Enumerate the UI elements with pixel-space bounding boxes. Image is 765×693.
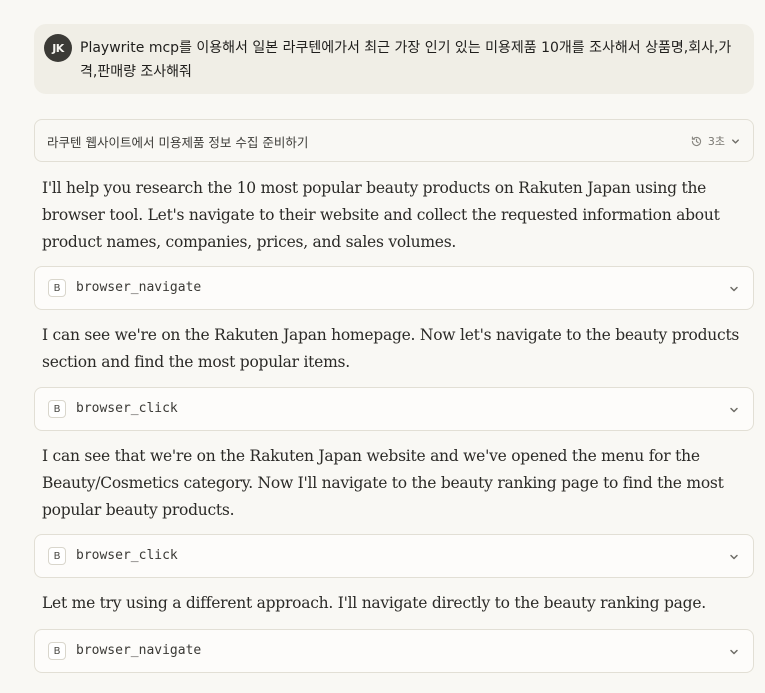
thinking-title: 라쿠텐 웹사이트에서 미용제품 정보 수집 준비하기 (47, 135, 309, 150)
chevron-down-icon (728, 645, 740, 663)
user-avatar: JK (44, 34, 72, 62)
user-message: JK Playwrite mcp를 이용해서 일본 라쿠텐에가서 최근 가장 인… (34, 24, 754, 94)
assistant-text: Let me try using a different approach. I… (42, 594, 706, 612)
assistant-text: I'll help you research the 10 most popul… (42, 179, 720, 251)
thinking-duration: 3초 (707, 135, 725, 148)
assistant-text: I can see we're on the Rakuten Japan hom… (42, 326, 740, 371)
tool-badge: B (48, 400, 66, 418)
tool-badge: B (48, 279, 66, 297)
tool-call-browser-navigate[interactable]: B browser_navigate (34, 629, 754, 673)
tool-name: browser_click (76, 401, 178, 416)
chevron-down-icon (728, 282, 740, 300)
assistant-text: I can see that we're on the Rakuten Japa… (42, 447, 724, 519)
chevron-down-icon (728, 550, 740, 568)
tool-call-browser-click[interactable]: B browser_click (34, 387, 754, 431)
tool-name: browser_navigate (76, 643, 202, 658)
tool-badge: B (48, 642, 66, 660)
tool-name: browser_click (76, 548, 178, 563)
user-message-text: Playwrite mcp를 이용해서 일본 라쿠텐에가서 최근 가장 인기 있… (80, 40, 732, 80)
tool-call-browser-navigate[interactable]: B browser_navigate (34, 266, 754, 310)
tool-badge: B (48, 547, 66, 565)
chevron-down-icon (730, 136, 741, 147)
clock-rewind-icon (690, 135, 703, 148)
thinking-summary[interactable]: 라쿠텐 웹사이트에서 미용제품 정보 수집 준비하기 3초 (34, 119, 754, 162)
tool-name: browser_navigate (76, 280, 202, 295)
thinking-meta[interactable]: 3초 (690, 133, 741, 149)
chevron-down-icon (728, 403, 740, 421)
tool-call-browser-click[interactable]: B browser_click (34, 534, 754, 578)
